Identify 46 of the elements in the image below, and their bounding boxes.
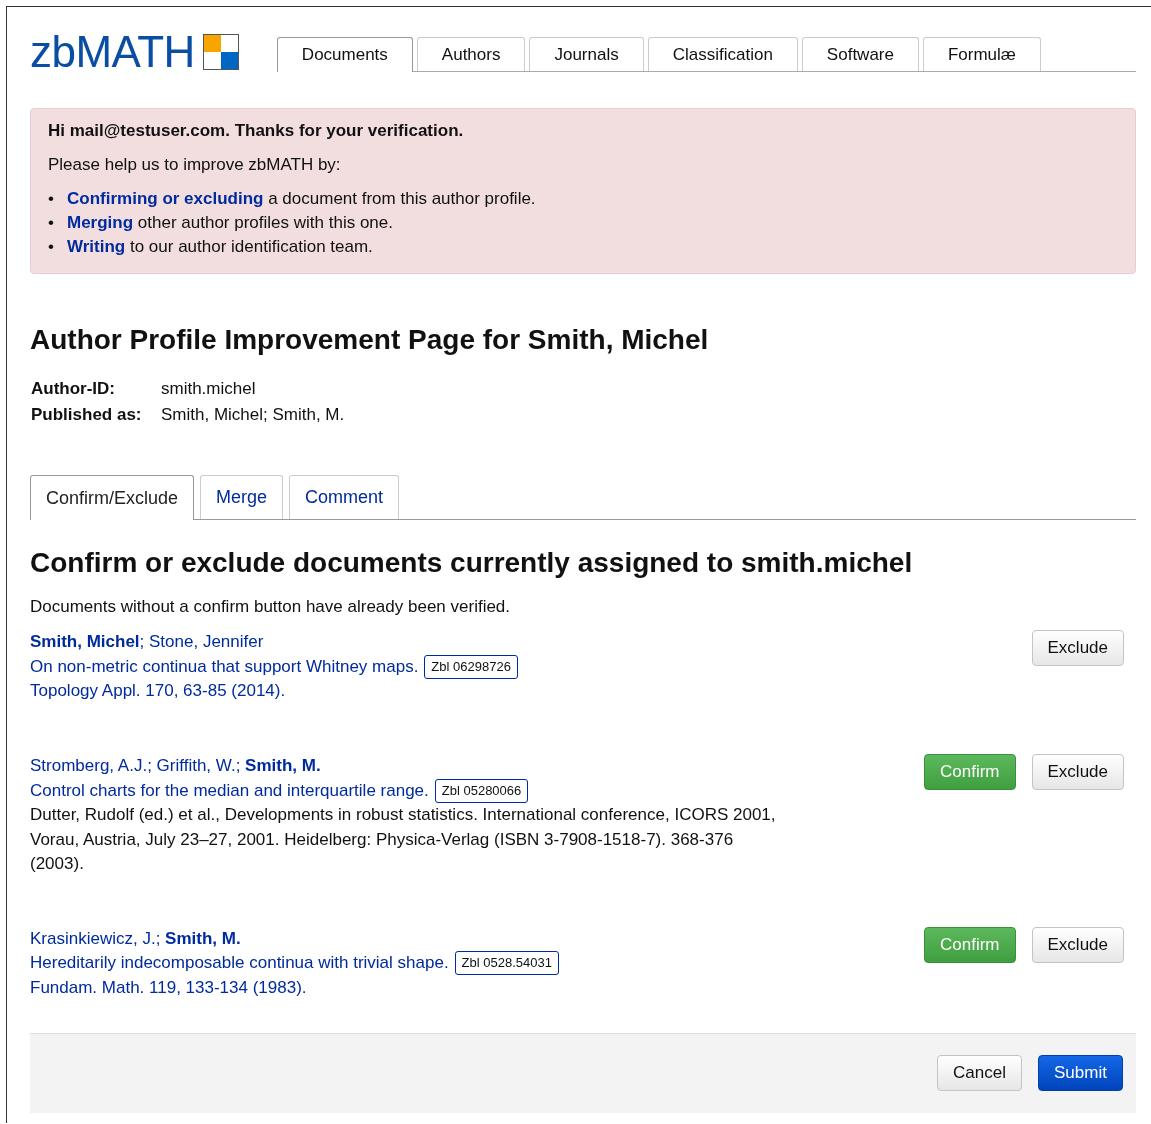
nav-tab[interactable]: Formulæ [922, 37, 1041, 71]
section-tab[interactable]: Merge [200, 475, 284, 519]
section-title: Confirm or exclude documents currently assigned to smith.michel [30, 547, 914, 579]
help-item: Merging other author profiles with this one. [67, 212, 393, 234]
zbl-id-tag[interactable]: Zbl 06298726 [424, 654, 518, 679]
submit-button[interactable]: Submit [1038, 1055, 1123, 1091]
source-link[interactable]: Topology Appl. 170, 63-85 (2014). [30, 679, 780, 704]
field-value: Smith, Michel; Smith, M. [161, 404, 345, 426]
bullet-mark: • [48, 236, 55, 258]
site-logo[interactable]: zbMATH [30, 30, 195, 74]
nav-tab[interactable]: Classification [647, 37, 798, 71]
nav-tab[interactable]: Documents [276, 37, 413, 72]
author-list[interactable]: Krasinkiewicz, J.; Smith, M. [30, 926, 780, 951]
page-title: Author Profile Improvement Page for Smith, Michel [30, 324, 710, 356]
bullet-mark: • [48, 212, 55, 234]
field-label: Author-ID: [31, 378, 116, 400]
document-title-link[interactable]: Control charts for the median and interquartile range. [30, 778, 429, 803]
help-item: Confirming or excluding a document from this author profile. [67, 188, 536, 210]
zbl-id-tag[interactable]: Zbl 0528.54031 [454, 951, 559, 976]
bullet-mark: • [48, 188, 55, 210]
logo-squares-icon [202, 34, 239, 70]
author-list[interactable]: Smith, Michel; Stone, Jennifer [30, 630, 780, 655]
help-link[interactable]: Confirming or excluding [67, 189, 264, 208]
help-link[interactable]: Merging [67, 213, 134, 232]
document-title-link[interactable]: On non-metric continua that support Whitney maps. [30, 654, 419, 679]
section-note: Documents without a confirm button have already been verified. [30, 597, 512, 617]
help-link[interactable]: Writing [67, 237, 126, 256]
source-text: Dutter, Rudolf (ed.) et al., Developments in robust statistics. International conference, ICORS 2001, Vorau, Austria, July 23–27, 2001. Heidelberg: Physica-Verlag (ISBN 3-7908-1518-7). 368-376 (2003). [30, 804, 777, 875]
greeting-text: Hi mail@testuser.com. Thanks for your verification. [48, 121, 465, 141]
nav-tab[interactable]: Software [801, 37, 919, 71]
nav-tab[interactable]: Authors [416, 37, 526, 71]
document-title-link[interactable]: Hereditarily indecomposable continua with trivial shape. [30, 951, 449, 976]
zbl-id-tag[interactable]: Zbl 05280066 [434, 778, 529, 803]
field-value: smith.michel [161, 378, 256, 400]
help-item: Writing to our author identification team. [67, 236, 373, 258]
author-list[interactable]: Stromberg, A.J.; Griffith, W.; Smith, M. [30, 754, 780, 779]
cancel-button[interactable]: Cancel [937, 1055, 1022, 1091]
exclude-button[interactable]: Exclude [1031, 926, 1124, 963]
exclude-button[interactable]: Exclude [1031, 754, 1124, 790]
exclude-button[interactable]: Exclude [1031, 630, 1124, 666]
source-link[interactable]: Fundam. Math. 119, 133-134 (1983). [30, 975, 780, 1000]
field-label: Published as: [31, 404, 142, 426]
nav-tab[interactable]: Journals [529, 37, 644, 71]
section-tab[interactable]: Comment [289, 475, 400, 519]
section-tab[interactable]: Confirm/Exclude [30, 475, 195, 520]
intro-text: Please help us to improve zbMATH by: [48, 155, 342, 175]
